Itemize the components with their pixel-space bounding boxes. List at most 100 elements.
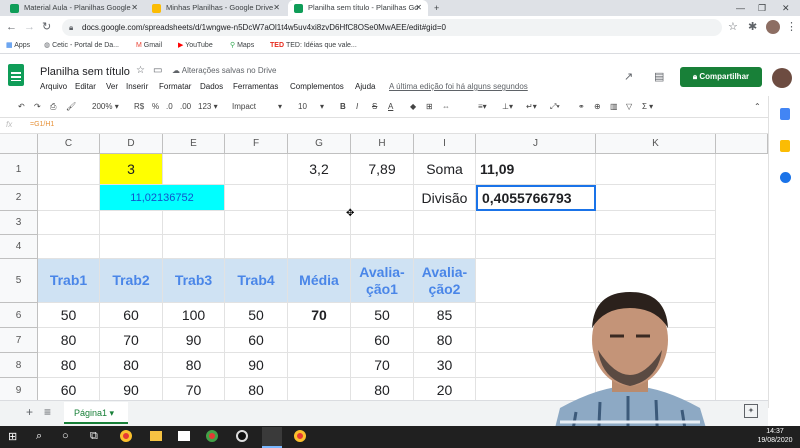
cortana-icon[interactable]: ○ xyxy=(62,430,69,442)
strikethrough-button[interactable]: S xyxy=(372,101,377,113)
bookmark-ted[interactable]: TED TED: Idéias que vale... xyxy=(270,38,357,54)
functions-icon[interactable]: Σ ▾ xyxy=(642,101,653,113)
cell[interactable] xyxy=(225,211,288,235)
table-header-cell[interactable]: Média xyxy=(288,259,351,303)
column-header[interactable]: D xyxy=(100,134,163,154)
row-header[interactable]: 8 xyxy=(0,353,38,378)
column-header[interactable]: E xyxy=(163,134,225,154)
row-header[interactable]: 2 xyxy=(0,185,38,211)
row-header[interactable]: 7 xyxy=(0,328,38,353)
browser-tab-planilha[interactable]: Planilha sem título - Planilhas Go ✕ xyxy=(288,0,428,16)
account-avatar[interactable] xyxy=(772,68,792,88)
text-rotation-icon[interactable]: ⤢▾ xyxy=(550,101,560,113)
zoom-select[interactable]: 200% ▾ xyxy=(92,101,119,113)
sheet-tab-pagina1[interactable]: Página1 ▾ xyxy=(64,402,128,424)
bookmark-maps[interactable]: ⚲ Maps xyxy=(230,38,254,54)
table-value-cell[interactable]: 70 xyxy=(163,378,225,400)
table-value-cell[interactable]: 50 xyxy=(38,303,100,328)
column-header[interactable]: H xyxy=(351,134,414,154)
cell[interactable] xyxy=(38,154,100,185)
table-header-cell[interactable]: Trab4 xyxy=(225,259,288,303)
text-wrap-icon[interactable]: ↵▾ xyxy=(526,101,537,113)
cell[interactable] xyxy=(38,211,100,235)
bookmark-star-icon[interactable]: ☆ xyxy=(728,19,738,35)
activity-trend-icon[interactable]: ↗ xyxy=(624,70,633,83)
bold-button[interactable]: B xyxy=(340,101,346,113)
share-button[interactable]: 🔒︎ Compartilhar xyxy=(680,67,762,87)
cell-i2[interactable]: Divisão xyxy=(414,185,476,211)
table-value-cell[interactable] xyxy=(288,353,351,378)
menu-ajuda[interactable]: Ajuda xyxy=(355,82,375,91)
table-value-cell[interactable] xyxy=(288,378,351,400)
insert-comment-icon[interactable]: ⊕ xyxy=(594,101,601,113)
table-value-cell[interactable]: 90 xyxy=(225,353,288,378)
file-explorer-icon[interactable] xyxy=(150,431,162,441)
document-title[interactable]: Planilha sem título xyxy=(40,66,130,78)
table-value-cell[interactable]: 30 xyxy=(414,353,476,378)
new-tab-button[interactable]: + xyxy=(434,0,439,16)
table-value-cell[interactable]: 80 xyxy=(100,353,163,378)
cell-j2-selected[interactable]: 0,4055766793 xyxy=(476,185,596,211)
table-header-cell[interactable]: Trab2 xyxy=(100,259,163,303)
profile-avatar[interactable] xyxy=(766,20,780,34)
row-header[interactable]: 6 xyxy=(0,303,38,328)
insert-chart-icon[interactable]: ▥ xyxy=(610,101,618,113)
row-header[interactable]: 1 xyxy=(0,154,38,185)
cell[interactable] xyxy=(38,185,100,211)
redo-icon[interactable]: ↷ xyxy=(34,101,41,113)
font-select[interactable]: Impact xyxy=(232,101,256,113)
keep-icon[interactable] xyxy=(780,140,790,152)
menu-dados[interactable]: Dados xyxy=(200,82,223,91)
cell[interactable] xyxy=(351,235,414,259)
cell-d2[interactable]: 11,02136752 xyxy=(100,185,225,211)
cell[interactable] xyxy=(596,185,716,211)
last-edit-link[interactable]: A última edição foi há alguns segundos xyxy=(389,82,528,91)
star-icon[interactable]: ☆ xyxy=(136,65,145,76)
table-value-cell[interactable]: 50 xyxy=(225,303,288,328)
table-value-cell[interactable]: 60 xyxy=(38,378,100,400)
move-folder-icon[interactable]: ▭ xyxy=(153,65,162,76)
chrome-profile-icon[interactable] xyxy=(206,430,218,442)
cell[interactable] xyxy=(414,235,476,259)
obs-icon[interactable] xyxy=(236,430,248,442)
row-header[interactable]: 9 xyxy=(0,378,38,400)
filter-icon[interactable]: ▽ xyxy=(626,101,632,113)
merge-cells-icon[interactable]: ⇔ xyxy=(442,101,450,113)
menu-arquivo[interactable]: Arquivo xyxy=(40,82,67,91)
minimize-icon[interactable]: — xyxy=(736,0,745,16)
vertical-align-icon[interactable]: ⊥▾ xyxy=(502,101,513,113)
task-view-icon[interactable]: ⧉ xyxy=(90,430,98,443)
browser-menu-icon[interactable]: ⋮ xyxy=(786,19,797,35)
windows-start-icon[interactable]: ⊞ xyxy=(8,430,17,443)
column-header[interactable]: J xyxy=(476,134,596,154)
close-tab-icon[interactable]: ✕ xyxy=(131,0,138,16)
paint-format-icon[interactable]: 🖌︎ xyxy=(66,101,76,113)
table-value-cell[interactable]: 85 xyxy=(414,303,476,328)
cell[interactable] xyxy=(596,235,716,259)
close-tab-icon[interactable]: ✕ xyxy=(273,0,280,16)
column-header[interactable]: K xyxy=(596,134,716,154)
font-chevron-down-icon[interactable]: ▾ xyxy=(278,101,282,113)
print-icon[interactable]: ⎙ xyxy=(50,101,56,113)
bookmark-cetic[interactable]: ◍ Cetic - Portal de Da... xyxy=(44,38,119,54)
browser-tab-drive[interactable]: Minhas Planilhas - Google Drive ✕ xyxy=(146,0,286,16)
sheets-logo-icon[interactable] xyxy=(8,64,24,86)
horizontal-align-icon[interactable]: ≡▾ xyxy=(478,101,487,113)
cell[interactable] xyxy=(351,211,414,235)
store-icon[interactable] xyxy=(178,431,190,441)
table-value-cell[interactable]: 80 xyxy=(414,328,476,353)
close-window-icon[interactable]: ✕ xyxy=(782,0,790,16)
row-header[interactable]: 4 xyxy=(0,235,38,259)
table-value-cell[interactable]: 70 xyxy=(288,303,351,328)
menu-ferramentas[interactable]: Ferramentas xyxy=(233,82,278,91)
explore-icon[interactable]: ✦ xyxy=(744,404,758,418)
table-value-cell[interactable]: 60 xyxy=(100,303,163,328)
table-value-cell[interactable]: 20 xyxy=(414,378,476,400)
table-value-cell[interactable]: 80 xyxy=(38,328,100,353)
table-value-cell[interactable]: 80 xyxy=(163,353,225,378)
table-value-cell[interactable]: 90 xyxy=(100,378,163,400)
font-size-chevron-down-icon[interactable]: ▾ xyxy=(320,101,324,113)
borders-icon[interactable]: ⊞ xyxy=(426,101,433,113)
cell[interactable] xyxy=(288,235,351,259)
table-value-cell[interactable]: 90 xyxy=(163,328,225,353)
